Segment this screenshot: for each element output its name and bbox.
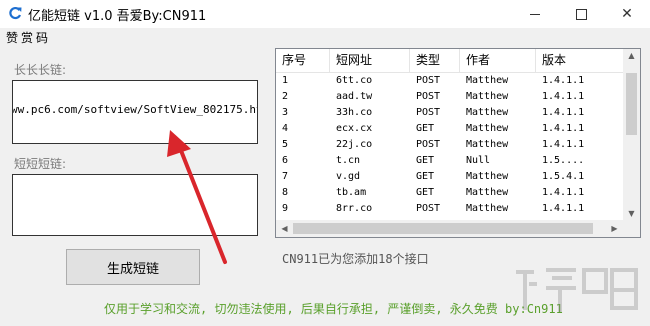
footer-notice: 仅用于学习和交流, 切勿违法使用, 后果自行承担, 严谨倒卖, 永久免费 by:… <box>104 302 563 316</box>
table-row[interactable]: 3 33h.co POST Matthew 1.4.1.1 <box>276 105 624 121</box>
column-header[interactable]: 短网址 <box>330 49 410 72</box>
horizontal-scrollbar[interactable]: ◀ ▶ <box>276 220 640 237</box>
cell-index: 6 <box>282 155 289 166</box>
scroll-right-icon[interactable]: ▶ <box>606 220 623 237</box>
cell-author: Matthew <box>466 139 509 150</box>
cell-domain: v.gd <box>336 171 361 182</box>
column-header[interactable]: 作者 <box>460 49 536 72</box>
table-row[interactable]: 9 8rr.co POST Matthew 1.4.1.1 <box>276 201 624 217</box>
table-body: 1 6tt.co POST Matthew 1.4.1.1 2 aad.tw POST Mat… <box>276 73 624 217</box>
cell-index: 2 <box>282 91 289 102</box>
cell-author: Matthew <box>466 203 509 214</box>
cell-version: 1.5.4.1 <box>542 171 585 182</box>
scroll-left-icon[interactable]: ◀ <box>276 220 293 237</box>
cell-domain: 8rr.co <box>336 203 373 214</box>
cell-version: 1.4.1.1 <box>542 91 585 102</box>
scroll-up-icon[interactable]: ▲ <box>623 49 640 63</box>
generate-short-link-button[interactable]: 生成短链 <box>66 249 200 285</box>
table-row[interactable]: 1 6tt.co POST Matthew 1.4.1.1 <box>276 73 624 89</box>
status-text: CN911已为您添加18个接口 <box>282 252 429 266</box>
cell-author: Matthew <box>466 91 509 102</box>
cell-domain: aad.tw <box>336 91 373 102</box>
long-link-input[interactable]: ww.pc6.com/softview/SoftView_802175.html <box>12 80 258 144</box>
cell-author: Matthew <box>466 171 509 182</box>
cell-index: 5 <box>282 139 289 150</box>
cell-version: 1.4.1.1 <box>542 123 585 134</box>
cell-version: 1.4.1.1 <box>542 187 585 198</box>
table-row[interactable]: 4 ecx.cx GET Matthew 1.4.1.1 <box>276 121 624 137</box>
vertical-scrollbar[interactable]: ▲ ▼ <box>623 49 640 221</box>
table-row[interactable]: 7 v.gd GET Matthew 1.5.4.1 <box>276 169 624 185</box>
title-bar: 亿能短链 v1.0 吾爱By:CN911 ✕ <box>0 0 650 28</box>
cell-method: POST <box>416 75 441 86</box>
close-button[interactable]: ✕ <box>604 0 650 28</box>
maximize-icon <box>575 8 587 20</box>
cell-author: Matthew <box>466 123 509 134</box>
table-row[interactable]: 8 tb.am GET Matthew 1.4.1.1 <box>276 185 624 201</box>
cell-index: 9 <box>282 203 289 214</box>
short-link-output[interactable] <box>12 174 258 236</box>
cell-version: 1.4.1.1 <box>542 139 585 150</box>
scroll-down-icon[interactable]: ▼ <box>623 207 640 221</box>
cell-index: 1 <box>282 75 289 86</box>
refresh-icon <box>9 6 22 20</box>
minimize-button[interactable] <box>512 0 558 28</box>
cell-author: Matthew <box>466 75 509 86</box>
menu-bar: 赞赏码 <box>0 28 650 46</box>
column-header[interactable]: 类型 <box>410 49 460 72</box>
cell-author: Matthew <box>466 107 509 118</box>
api-list-table[interactable]: 序号 短网址 类型 作者 版本 1 6tt.co POST Matthew 1.4.1.… <box>275 48 641 238</box>
cell-version: 1.4.1.1 <box>542 75 585 86</box>
cell-method: POST <box>416 203 441 214</box>
cell-index: 8 <box>282 187 289 198</box>
menu-donate[interactable]: 赞赏码 <box>6 29 51 46</box>
window-title: 亿能短链 v1.0 吾爱By:CN911 <box>28 9 207 24</box>
cell-domain: 33h.co <box>336 107 373 118</box>
minimize-icon <box>530 13 540 15</box>
long-link-label: 长长长链: <box>14 63 67 77</box>
cell-method: GET <box>416 187 435 198</box>
column-header[interactable]: 版本 <box>536 49 624 72</box>
maximize-button[interactable] <box>558 0 604 28</box>
horizontal-scroll-thumb[interactable] <box>293 223 593 234</box>
watermark-logo <box>516 268 638 312</box>
table-header: 序号 短网址 类型 作者 版本 <box>276 49 624 73</box>
cell-index: 3 <box>282 107 289 118</box>
cell-domain: tb.am <box>336 187 367 198</box>
cell-domain: ecx.cx <box>336 123 373 134</box>
cell-domain: t.cn <box>336 155 361 166</box>
table-row[interactable]: 2 aad.tw POST Matthew 1.4.1.1 <box>276 89 624 105</box>
cell-version: 1.4.1.1 <box>542 203 585 214</box>
column-header[interactable]: 序号 <box>276 49 330 72</box>
short-link-label: 短短短链: <box>14 157 67 171</box>
table-row[interactable]: 6 t.cn GET Null 1.5.... <box>276 153 624 169</box>
vertical-scroll-thumb[interactable] <box>626 73 637 135</box>
cell-method: POST <box>416 139 441 150</box>
cell-method: GET <box>416 155 435 166</box>
table-row[interactable]: 5 22j.co POST Matthew 1.4.1.1 <box>276 137 624 153</box>
cell-method: GET <box>416 123 435 134</box>
cell-index: 4 <box>282 123 289 134</box>
cell-method: POST <box>416 107 441 118</box>
cell-domain: 6tt.co <box>336 75 373 86</box>
cell-version: 1.4.1.1 <box>542 107 585 118</box>
cell-author: Null <box>466 155 491 166</box>
cell-method: GET <box>416 171 435 182</box>
cell-author: Matthew <box>466 187 509 198</box>
cell-index: 7 <box>282 171 289 182</box>
cell-version: 1.5.... <box>542 155 585 166</box>
close-icon: ✕ <box>621 6 633 22</box>
cell-method: POST <box>416 91 441 102</box>
cell-domain: 22j.co <box>336 139 373 150</box>
long-link-value: ww.pc6.com/softview/SoftView_802175.html <box>12 103 258 116</box>
